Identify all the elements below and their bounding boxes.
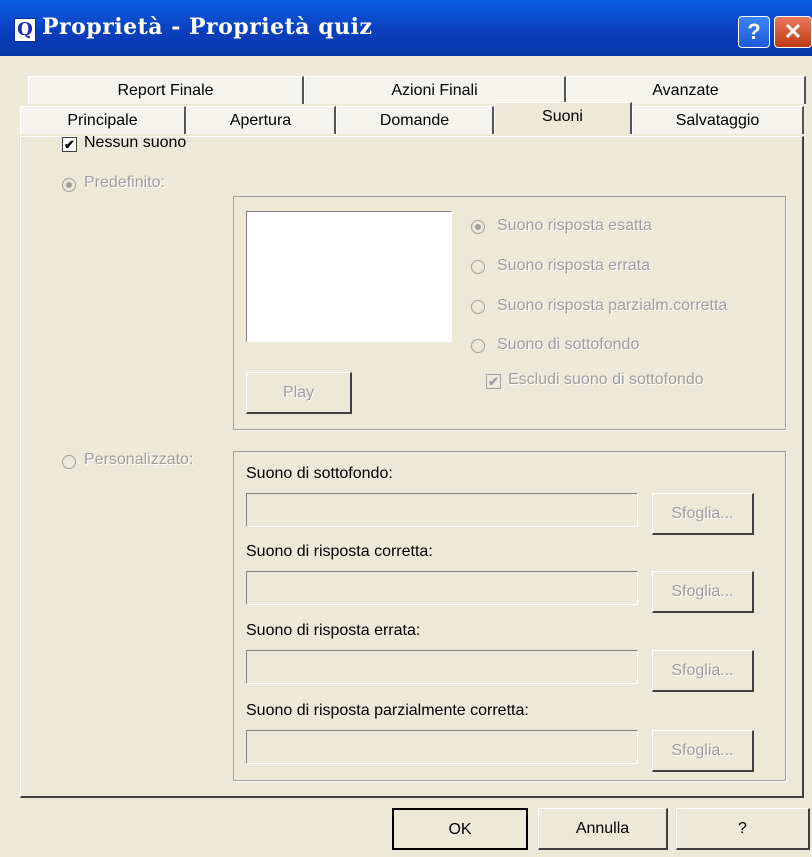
help-button[interactable]: ?: [738, 16, 770, 48]
exclude-background-label: Escludi suono di sottofondo: [508, 371, 704, 388]
partial-answer-sound-label: Suono risposta parzialm.corretta: [497, 297, 728, 314]
custom-radio[interactable]: [62, 455, 76, 469]
tab-azioni-finali[interactable]: Azioni Finali: [304, 76, 566, 104]
tab-avanzate[interactable]: Avanzate: [566, 76, 806, 104]
background-sound-radio[interactable]: [471, 339, 485, 353]
browse-wrong-button[interactable]: Sfoglia...: [652, 650, 754, 692]
custom-label: Personalizzato:: [84, 451, 194, 468]
custom-correct-label: Suono di risposta corretta:: [246, 543, 433, 560]
exact-answer-sound-radio[interactable]: [471, 220, 485, 234]
no-sound-checkbox[interactable]: ✔: [62, 137, 77, 152]
tab-principale[interactable]: Principale: [20, 106, 186, 134]
custom-partial-field[interactable]: [246, 730, 638, 764]
help-footer-button[interactable]: ?: [676, 808, 810, 850]
wrong-answer-sound-label: Suono risposta errata: [497, 257, 650, 274]
play-button[interactable]: Play: [246, 372, 352, 414]
browse-partial-button[interactable]: Sfoglia...: [652, 730, 754, 772]
sound-list[interactable]: [246, 211, 452, 342]
custom-background-label: Suono di sottofondo:: [246, 465, 393, 482]
tab-domande[interactable]: Domande: [336, 106, 494, 134]
tab-apertura[interactable]: Apertura: [186, 106, 336, 134]
custom-correct-field[interactable]: [246, 571, 638, 605]
browse-correct-button[interactable]: Sfoglia...: [652, 571, 754, 613]
window-title: Proprietà - Proprietà quiz: [42, 14, 373, 40]
tab-report-finale[interactable]: Report Finale: [28, 76, 304, 104]
ok-button[interactable]: OK: [392, 808, 528, 850]
wrong-answer-sound-radio[interactable]: [471, 260, 485, 274]
background-sound-label: Suono di sottofondo: [497, 336, 640, 353]
tab-suoni[interactable]: Suoni: [494, 102, 632, 134]
partial-answer-sound-radio[interactable]: [471, 300, 485, 314]
custom-wrong-field[interactable]: [246, 650, 638, 684]
exclude-background-checkbox[interactable]: ✔: [486, 374, 501, 389]
tab-salvataggio[interactable]: Salvataggio: [632, 106, 804, 134]
predefined-label: Predefinito:: [84, 174, 165, 191]
browse-background-button[interactable]: Sfoglia...: [652, 493, 754, 535]
custom-partial-label: Suono di risposta parzialmente corretta:: [246, 702, 529, 719]
exact-answer-sound-label: Suono risposta esatta: [497, 217, 652, 234]
custom-wrong-label: Suono di risposta errata:: [246, 622, 421, 639]
cancel-button[interactable]: Annulla: [538, 808, 668, 850]
predefined-radio[interactable]: [62, 178, 76, 192]
custom-background-field[interactable]: [246, 493, 638, 527]
app-icon: Q: [14, 18, 36, 42]
close-button[interactable]: ✕: [774, 16, 812, 48]
no-sound-label: Nessun suono: [84, 134, 187, 151]
